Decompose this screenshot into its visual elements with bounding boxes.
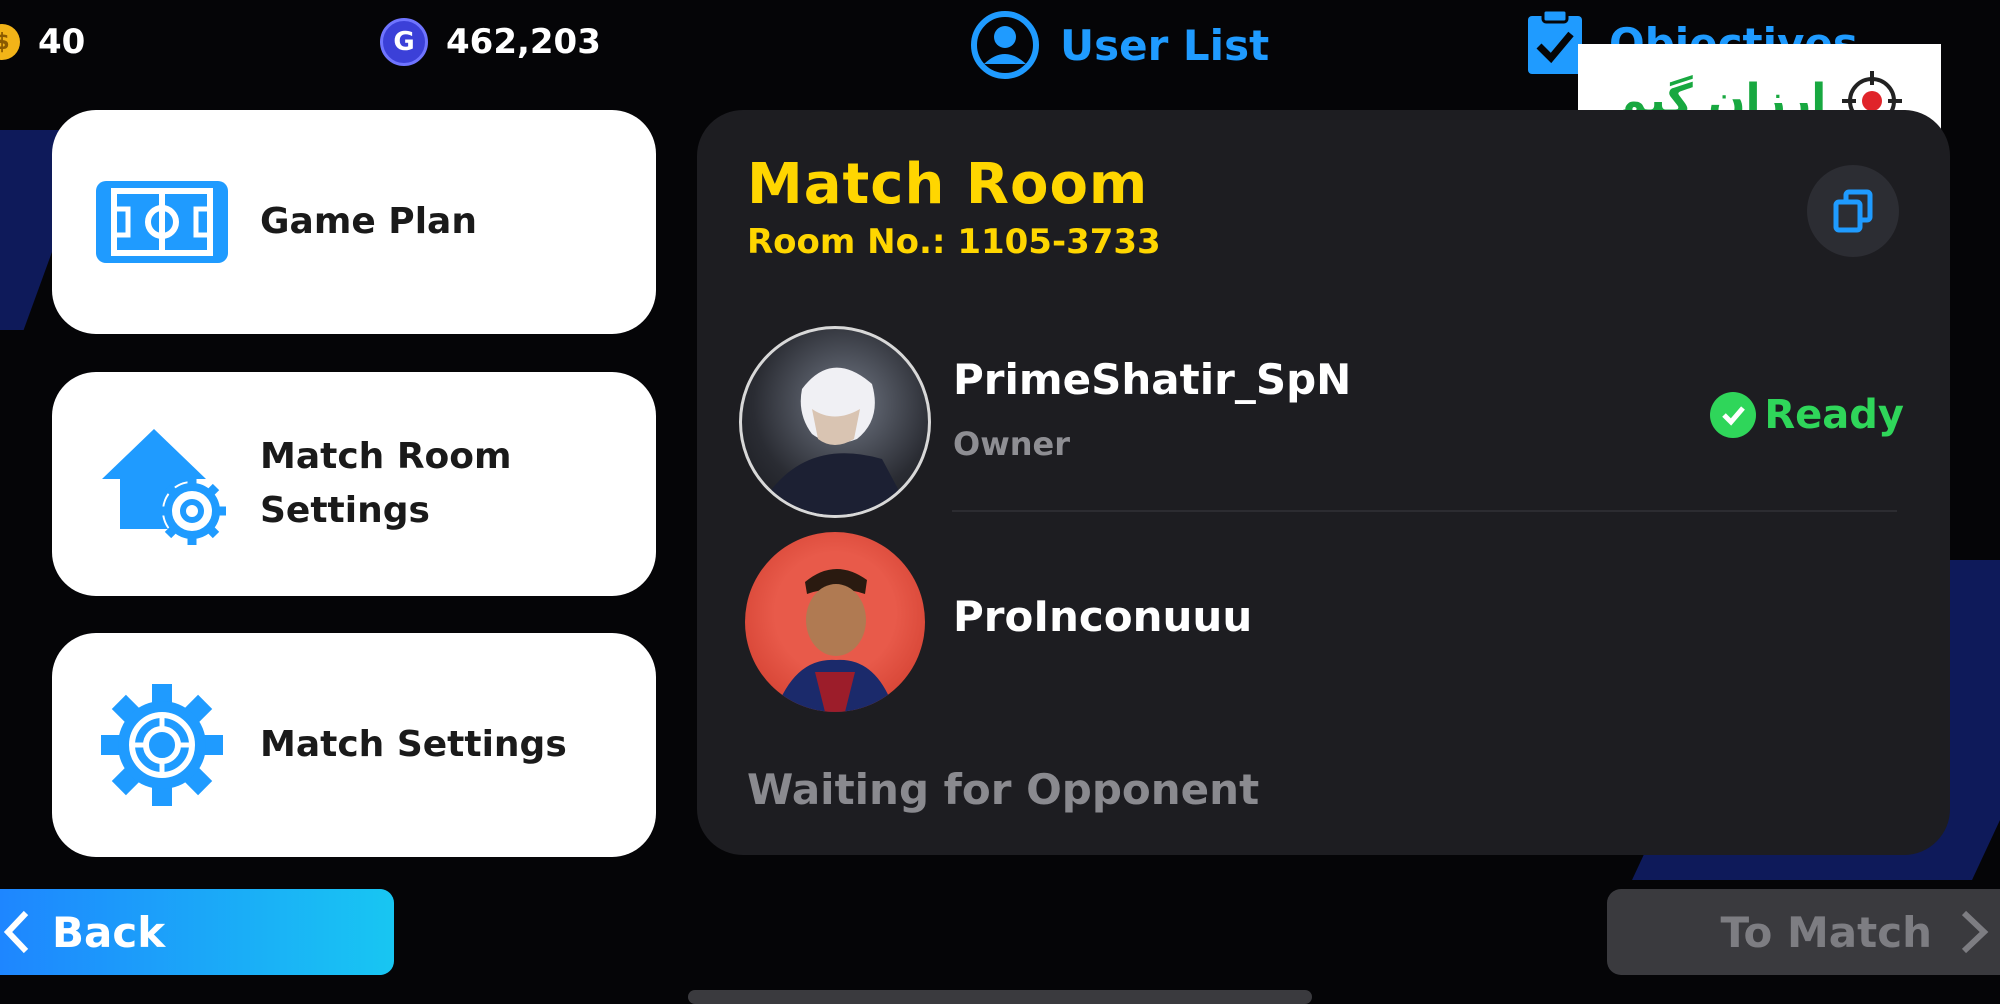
user-icon xyxy=(971,11,1039,79)
copy-icon xyxy=(1833,189,1873,233)
match-settings-label: Match Settings xyxy=(260,724,567,765)
match-room-panel: Match Room Room No.: 1105-3733 PrimeShat… xyxy=(697,110,1950,855)
player-name: ProInconuuu xyxy=(953,592,1253,641)
home-indicator xyxy=(688,990,1312,1004)
ready-label: Ready xyxy=(1764,392,1904,438)
game-plan-label: Game Plan xyxy=(260,201,477,242)
player-role: Owner xyxy=(953,425,1071,463)
to-match-label: To Match xyxy=(1720,907,1932,957)
room-number: Room No.: 1105-3733 xyxy=(747,222,1161,262)
match-room-settings-label: Match Room Settings xyxy=(260,436,512,531)
coin-count: 40 xyxy=(38,22,86,62)
chevron-right-icon xyxy=(1961,910,1989,954)
tab-user-list[interactable]: User List xyxy=(970,10,1269,80)
gp-count: 462,203 xyxy=(446,22,601,62)
chevron-left-icon xyxy=(3,910,29,954)
gp-icon: G xyxy=(380,18,428,66)
room-settings-icon xyxy=(92,414,232,554)
back-button[interactable]: Back xyxy=(0,889,394,975)
room-title: Match Room xyxy=(747,152,1149,217)
match-room-settings-button[interactable]: Match Room Settings xyxy=(52,372,656,596)
game-plan-button[interactable]: Game Plan xyxy=(52,110,656,334)
check-icon xyxy=(1710,392,1757,438)
game-plan-icon xyxy=(92,152,232,292)
match-settings-button[interactable]: Match Settings xyxy=(52,633,656,857)
ready-status: Ready xyxy=(1710,392,1904,438)
gp-counter: G 462,203 xyxy=(380,18,601,66)
divider xyxy=(952,510,1897,512)
avatar[interactable] xyxy=(739,326,931,518)
copy-room-number-button[interactable] xyxy=(1807,165,1899,257)
coin-counter: $ 40 xyxy=(0,22,85,62)
waiting-status: Waiting for Opponent xyxy=(747,765,1260,814)
coin-icon: $ xyxy=(0,24,20,60)
back-label: Back xyxy=(52,907,166,957)
to-match-button[interactable]: To Match xyxy=(1607,889,2000,975)
gear-icon xyxy=(92,675,232,815)
avatar[interactable] xyxy=(745,532,925,712)
tab-user-list-label: User List xyxy=(1060,20,1270,70)
player-name: PrimeShatir_SpN xyxy=(953,355,1352,404)
clipboard-check-icon xyxy=(1528,10,1582,74)
